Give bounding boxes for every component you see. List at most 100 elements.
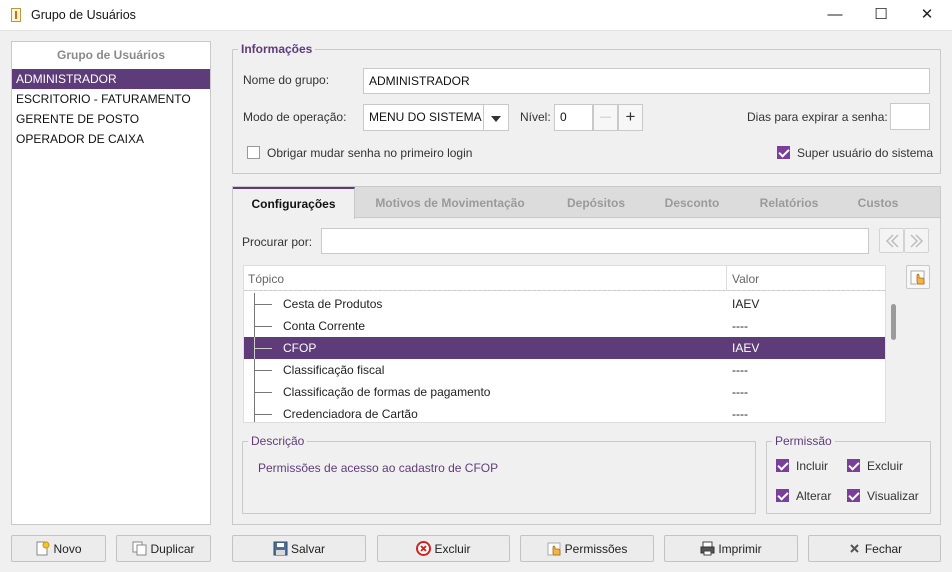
info-legend: Informações bbox=[238, 42, 316, 56]
tab-depositos[interactable]: Depósitos bbox=[549, 187, 643, 218]
row-value: IAEV bbox=[732, 297, 760, 311]
row-value: ---- bbox=[732, 385, 748, 399]
minimize-button[interactable]: — bbox=[812, 0, 858, 30]
tab-motivos-movimentacao[interactable]: Motivos de Movimentação bbox=[361, 187, 539, 218]
description-fieldset bbox=[242, 441, 756, 514]
tree-branch bbox=[254, 403, 255, 422]
user-group-list-panel: Grupo de Usuários ADMINISTRADOR ESCRITOR… bbox=[11, 41, 211, 525]
table-row[interactable]: Classificação fiscal ---- bbox=[244, 359, 885, 381]
table-row[interactable]: Credenciadora de Cartão ---- bbox=[244, 403, 885, 422]
table-row[interactable]: Classificação de formas de pagamento ---… bbox=[244, 381, 885, 403]
list-item[interactable]: ADMINISTRADOR bbox=[12, 69, 210, 89]
new-button-label: Novo bbox=[53, 541, 82, 556]
user-group-list-header: Grupo de Usuários bbox=[56, 48, 166, 62]
close-icon bbox=[847, 541, 862, 556]
save-icon bbox=[273, 541, 288, 556]
title-bar: Grupo de Usuários — ☐ ✕ bbox=[0, 0, 952, 31]
level-increment-button[interactable]: + bbox=[618, 104, 643, 131]
list-item[interactable]: GERENTE DE POSTO bbox=[12, 109, 210, 129]
edit-permission-checkbox[interactable] bbox=[776, 489, 789, 502]
maximize-button[interactable]: ☐ bbox=[858, 0, 904, 30]
scrollbar-thumb[interactable] bbox=[891, 304, 896, 340]
level-decrement-button[interactable]: — bbox=[593, 104, 618, 131]
column-header-value[interactable]: Valor bbox=[732, 272, 759, 286]
list-item[interactable]: ESCRITORIO - FATURAMENTO bbox=[12, 89, 210, 109]
super-user-label: Super usuário do sistema bbox=[797, 146, 934, 160]
print-button-label: Imprimir bbox=[718, 541, 762, 556]
table-row[interactable]: Conta Corrente ---- bbox=[244, 315, 885, 337]
search-previous-button[interactable] bbox=[879, 228, 904, 253]
save-button-label: Salvar bbox=[290, 541, 325, 556]
delete-button-label: Excluir bbox=[434, 541, 471, 556]
delete-button[interactable]: Excluir bbox=[377, 535, 510, 562]
search-input[interactable] bbox=[321, 228, 869, 254]
tab-relatorios[interactable]: Relatórios bbox=[743, 187, 835, 218]
password-expire-label: Dias para expirar a senha: bbox=[747, 110, 888, 124]
force-password-change-checkbox[interactable] bbox=[247, 146, 260, 159]
new-button[interactable]: Novo bbox=[11, 535, 106, 562]
search-next-button[interactable] bbox=[904, 228, 929, 253]
delete-permission-checkbox[interactable] bbox=[847, 459, 860, 472]
table-row[interactable]: Cesta de Produtos IAEV bbox=[244, 293, 885, 315]
arrow-right-icon bbox=[910, 234, 924, 248]
permissions-grid: Tópico Valor Cesta de Produtos IAEV Cont… bbox=[243, 265, 901, 423]
description-legend: Descrição bbox=[248, 434, 308, 448]
operation-mode-dropdown-button[interactable] bbox=[484, 104, 509, 131]
printer-icon bbox=[700, 541, 715, 556]
password-expire-input[interactable] bbox=[890, 103, 930, 130]
tree-branch bbox=[254, 304, 272, 305]
duplicate-button-label: Duplicar bbox=[150, 541, 195, 556]
grant-all-button[interactable] bbox=[906, 265, 930, 289]
user-group-list: ADMINISTRADOR ESCRITORIO - FATURAMENTO G… bbox=[12, 69, 210, 149]
duplicate-button[interactable]: Duplicar bbox=[116, 535, 211, 562]
row-topic: CFOP bbox=[283, 341, 317, 355]
tab-custos[interactable]: Custos bbox=[839, 187, 917, 218]
force-password-change-label: Obrigar mudar senha no primeiro login bbox=[267, 146, 473, 160]
operation-mode-label: Modo de operação: bbox=[243, 110, 347, 124]
row-value: IAEV bbox=[732, 341, 760, 355]
view-permission-label: Visualizar bbox=[867, 489, 919, 503]
delete-permission-label: Excluir bbox=[867, 459, 904, 473]
permissions-button-label: Permissões bbox=[564, 541, 628, 556]
save-button[interactable]: Salvar bbox=[232, 535, 366, 562]
close-button[interactable]: ✕ bbox=[904, 0, 950, 30]
level-input[interactable]: 0 bbox=[554, 104, 593, 131]
tabs-area: Configurações Motivos de Movimentação De… bbox=[232, 186, 941, 525]
column-divider bbox=[726, 266, 727, 291]
tree-branch bbox=[254, 370, 272, 371]
tree-branch bbox=[254, 326, 272, 327]
include-permission-checkbox[interactable] bbox=[776, 459, 789, 472]
tab-bar: Configurações Motivos de Movimentação De… bbox=[233, 187, 940, 219]
close-window-button-label: Fechar bbox=[864, 541, 903, 556]
level-label: Nível: bbox=[520, 110, 551, 124]
duplicate-icon bbox=[132, 541, 147, 556]
row-value: ---- bbox=[732, 319, 748, 333]
operation-mode-select[interactable]: MENU DO SISTEMA bbox=[363, 104, 484, 131]
tab-desconto[interactable]: Desconto bbox=[647, 187, 737, 218]
group-name-input[interactable]: ADMINISTRADOR bbox=[363, 68, 930, 94]
new-document-icon bbox=[35, 541, 50, 556]
hand-pointer-icon bbox=[547, 541, 562, 556]
permissions-button[interactable]: Permissões bbox=[520, 535, 654, 562]
view-permission-checkbox[interactable] bbox=[847, 489, 860, 502]
super-user-checkbox[interactable] bbox=[777, 146, 790, 159]
permission-legend: Permissão bbox=[772, 434, 835, 448]
grid-scrollbar[interactable] bbox=[887, 291, 901, 423]
tree-branch bbox=[254, 414, 272, 415]
row-topic: Cesta de Produtos bbox=[283, 297, 383, 311]
tree-branch bbox=[254, 348, 272, 349]
list-item[interactable]: OPERADOR DE CAIXA bbox=[12, 129, 210, 149]
row-topic: Classificação de formas de pagamento bbox=[283, 385, 491, 399]
print-button[interactable]: Imprimir bbox=[664, 535, 798, 562]
row-topic: Classificação fiscal bbox=[283, 363, 385, 377]
tab-configuracoes[interactable]: Configurações bbox=[233, 187, 355, 219]
window-title: Grupo de Usuários bbox=[31, 8, 136, 22]
include-permission-label: Incluir bbox=[796, 459, 829, 473]
row-value: ---- bbox=[732, 363, 748, 377]
close-window-button[interactable]: Fechar bbox=[808, 535, 941, 562]
table-row-selected[interactable]: CFOP IAEV bbox=[244, 337, 885, 359]
row-topic: Conta Corrente bbox=[283, 319, 366, 333]
column-header-topic[interactable]: Tópico bbox=[248, 272, 284, 286]
main-panel: Informações Nome do grupo: ADMINISTRADOR… bbox=[221, 31, 952, 572]
edit-permission-label: Alterar bbox=[796, 489, 832, 503]
